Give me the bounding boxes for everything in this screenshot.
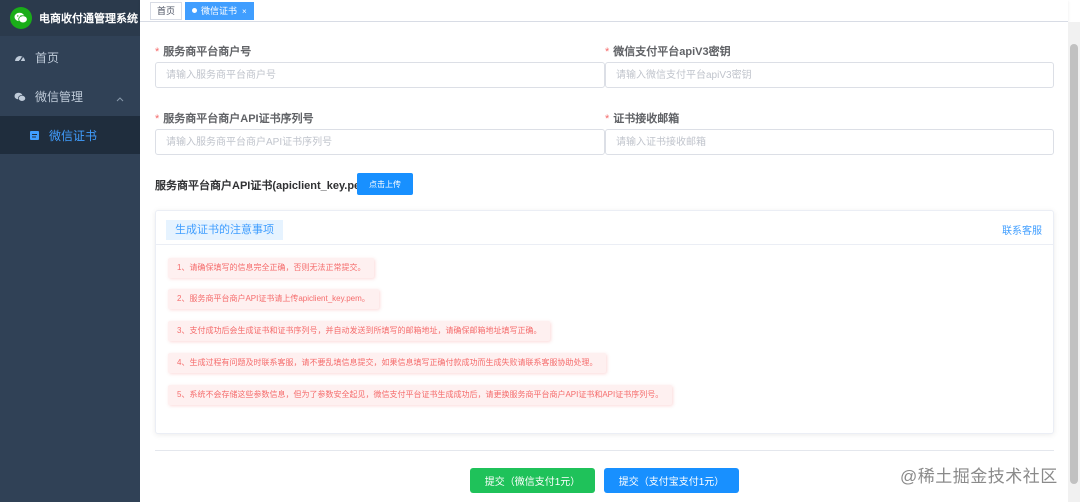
wechat-logo-icon xyxy=(10,7,32,29)
sidebar-item-label: 微信证书 xyxy=(49,128,98,143)
sidebar: 电商收付通管理系统 首页 微信管理 微信证书 xyxy=(0,0,140,502)
wechat-icon xyxy=(14,91,26,103)
notice-item: 1、请确保填写的信息完全正确，否则无法正常提交。 xyxy=(168,258,375,278)
scrollbar-thumb[interactable] xyxy=(1070,44,1078,484)
cert-email-input[interactable] xyxy=(605,129,1054,155)
close-icon[interactable]: × xyxy=(242,7,247,16)
merchant-id-label: * 服务商平台商户号 xyxy=(155,46,252,58)
watermark: @稀土掘金技术社区 xyxy=(900,467,1058,486)
submenu-wechat: 微信证书 xyxy=(0,116,140,154)
upload-button[interactable]: 点击上传 xyxy=(357,173,413,195)
submit-wechat-pay-button[interactable]: 提交（微信支付1元） xyxy=(470,468,595,493)
divider xyxy=(155,450,1054,451)
tab-wechat-certificate[interactable]: 微信证书 × xyxy=(185,2,254,20)
active-dot-icon xyxy=(192,8,197,14)
submit-alipay-button[interactable]: 提交（支付宝支付1元） xyxy=(604,468,739,493)
cert-serial-label: * 服务商平台商户API证书序列号 xyxy=(155,113,314,125)
brand: 电商收付通管理系统 xyxy=(0,0,140,36)
required-mark: * xyxy=(155,46,160,58)
tabs-bar: 首页 微信证书 × xyxy=(140,0,1068,22)
tab-label: 微信证书 xyxy=(201,6,238,16)
cert-serial-input[interactable] xyxy=(155,129,605,155)
sidebar-item-label: 首页 xyxy=(35,51,60,65)
required-mark: * xyxy=(605,113,610,125)
cert-email-label: * 证书接收邮箱 xyxy=(605,113,680,125)
apiv3-key-input[interactable] xyxy=(605,62,1054,88)
sidebar-item-wechat-certificate[interactable]: 微信证书 xyxy=(0,116,140,154)
main-content: *服务商平台商户号 *微信支付平台apiV3密钥 *服务商平台商户API证书序列… xyxy=(140,22,1068,502)
dashboard-icon xyxy=(14,52,26,64)
sidebar-item-label: 微信管理 xyxy=(35,90,84,104)
document-icon xyxy=(28,129,40,141)
required-mark: * xyxy=(605,46,610,58)
notice-item: 2、服务商平台商户API证书请上传apiclient_key.pem。 xyxy=(168,289,379,309)
chevron-up-icon xyxy=(116,91,124,105)
notice-item: 5、系统不会存储这些参数信息，但为了参数安全起见，微信支付平台证书生成成功后，请… xyxy=(168,385,673,405)
contact-support-link[interactable]: 联系客服 xyxy=(1002,222,1042,237)
notice-header: 生成证书的注意事项 联系客服 xyxy=(156,211,1053,245)
sidebar-item-home[interactable]: 首页 xyxy=(0,38,140,77)
required-mark: * xyxy=(155,113,160,125)
vertical-scrollbar[interactable] xyxy=(1068,22,1080,502)
notice-item: 3、支付成功后会生成证书和证书序列号，并自动发送到所填写的邮箱地址，请确保邮箱地… xyxy=(168,321,551,341)
notice-title: 生成证书的注意事项 xyxy=(166,220,283,240)
apiv3-key-label: * 微信支付平台apiV3密钥 xyxy=(605,46,731,58)
upload-label: 服务商平台商户API证书(apiclient_key.pem) xyxy=(155,180,374,192)
tab-label: 首页 xyxy=(157,6,176,16)
notice-card: 生成证书的注意事项 联系客服 1、请确保填写的信息完全正确，否则无法正常提交。 … xyxy=(155,210,1054,434)
app-title: 电商收付通管理系统 xyxy=(39,13,138,25)
tab-home[interactable]: 首页 xyxy=(150,2,183,20)
merchant-id-input[interactable] xyxy=(155,62,605,88)
sidebar-item-wechat-management[interactable]: 微信管理 xyxy=(0,77,140,116)
notice-item: 4、生成过程有问题及时联系客服，请不要乱填信息提交，如果信息填写正确付款成功而生… xyxy=(168,353,607,373)
